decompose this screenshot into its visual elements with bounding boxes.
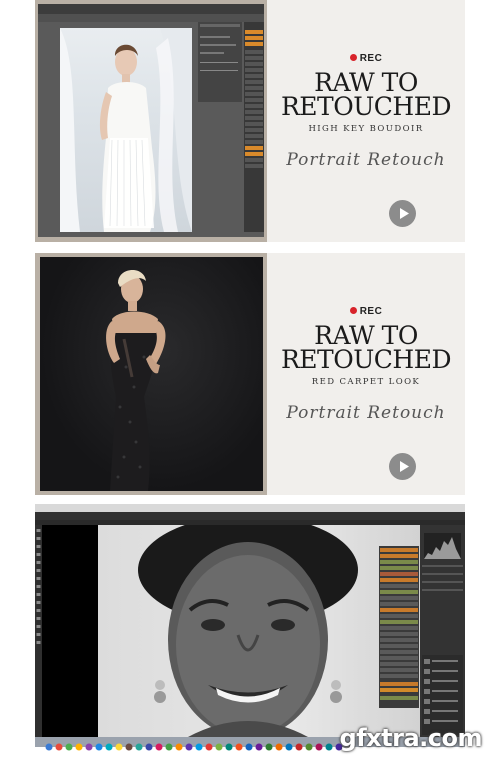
card-1-options-bar bbox=[38, 14, 264, 22]
card-1-toolbar bbox=[38, 4, 264, 14]
woman-black-gown-photo bbox=[106, 269, 166, 491]
card-1-photo-frame bbox=[35, 0, 267, 242]
card-1-title-line2: RETOUCHED bbox=[280, 92, 452, 121]
canvas-photo bbox=[98, 525, 420, 737]
rec-indicator: REC bbox=[267, 53, 465, 64]
toolbar-icons bbox=[36, 529, 41, 644]
card-1-properties-panel bbox=[198, 22, 242, 102]
card-2-info-panel: REC RAW TO RETOUCHED RED CARPET LOOK Por… bbox=[267, 253, 465, 495]
layers-panel-icon bbox=[424, 659, 458, 724]
tools-panel[interactable] bbox=[35, 525, 42, 737]
rec-dot-icon bbox=[349, 54, 357, 61]
play-button[interactable] bbox=[389, 453, 416, 480]
card-2-photo-frame bbox=[35, 253, 267, 495]
histogram-panel bbox=[424, 533, 461, 559]
tutorial-card-1[interactable]: REC RAW TO RETOUCHED HIGH KEY BOUDOIR Po… bbox=[35, 0, 465, 242]
watermark: gfxtra.com bbox=[339, 724, 483, 752]
card-2-photo-canvas bbox=[40, 257, 263, 491]
rec-label: REC bbox=[359, 53, 383, 64]
card-1-layers-panel bbox=[244, 22, 264, 232]
adjustment-layer-list[interactable] bbox=[379, 546, 419, 708]
card-1-photoshop-window bbox=[38, 4, 264, 237]
layers-panel[interactable] bbox=[422, 655, 463, 735]
tutorial-card-2[interactable]: REC RAW TO RETOUCHED RED CARPET LOOK Por… bbox=[35, 253, 465, 495]
card-1-info-panel: REC RAW TO RETOUCHED HIGH KEY BOUDOIR Po… bbox=[267, 0, 465, 242]
woman-portrait-bw-photo bbox=[138, 525, 358, 737]
photoshop-window bbox=[35, 504, 465, 751]
play-icon bbox=[400, 208, 409, 219]
play-button[interactable] bbox=[389, 200, 416, 227]
mac-menubar bbox=[35, 504, 465, 512]
card-1-photo-canvas bbox=[60, 28, 192, 232]
bride-photo bbox=[60, 28, 192, 232]
histogram-icon bbox=[424, 537, 461, 559]
rec-label: REC bbox=[359, 306, 383, 317]
options-bar bbox=[35, 512, 465, 520]
card-1-subtitle: HIGH KEY BOUDOIR bbox=[308, 124, 424, 134]
play-icon bbox=[400, 461, 409, 472]
right-panels[interactable] bbox=[420, 525, 465, 737]
card-2-subtitle: RED CARPET LOOK bbox=[311, 377, 421, 387]
card-2-title-line2: RETOUCHED bbox=[280, 345, 452, 374]
rec-dot-icon bbox=[349, 307, 357, 314]
canvas-black-area bbox=[42, 525, 98, 737]
card-2-script-text: Portrait Retouch bbox=[286, 403, 446, 423]
rec-indicator: REC bbox=[267, 306, 465, 317]
card-1-script-text: Portrait Retouch bbox=[286, 150, 446, 170]
